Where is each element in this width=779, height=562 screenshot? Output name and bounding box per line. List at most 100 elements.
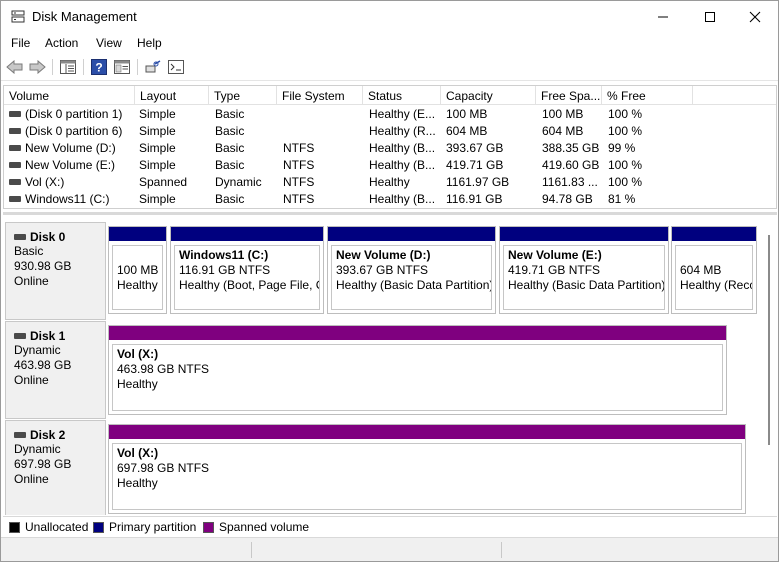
primary-partition-bar — [328, 227, 495, 241]
partition-size: 604 MB — [680, 263, 722, 277]
partition-disk0-6[interactable]: 604 MB Healthy (Recc — [671, 226, 757, 314]
cell-layout: Simple — [139, 107, 176, 121]
cell-status: Healthy — [369, 175, 410, 189]
primary-partition-bar — [109, 227, 166, 241]
table-row[interactable]: Windows11 (C:) Simple Basic NTFS Healthy… — [4, 191, 776, 208]
legend-primary-partition: Primary partition — [93, 520, 196, 534]
cell-status: Healthy (B... — [369, 192, 436, 206]
table-row[interactable]: New Volume (E:) Simple Basic NTFS Health… — [4, 157, 776, 174]
volume-list-header: Volume Layout Type File System Status Ca… — [4, 86, 776, 105]
menu-action[interactable]: Action — [45, 36, 78, 50]
cell-volume: Windows11 (C:) — [25, 192, 110, 206]
column-header-capacity[interactable]: Capacity — [441, 86, 536, 105]
disk-0-type: Basic — [14, 244, 44, 258]
cell-type: Basic — [215, 192, 245, 206]
column-header-layout[interactable]: Layout — [135, 86, 209, 105]
status-divider — [251, 542, 252, 558]
disk-1-size: 463.98 GB — [14, 358, 72, 372]
partition-windows11-c[interactable]: Windows11 (C:) 116.91 GB NTFS Healthy (B… — [170, 226, 324, 314]
title-bar[interactable]: Disk Management — [1, 1, 778, 32]
menu-file[interactable]: File — [11, 36, 30, 50]
disk-2-type: Dynamic — [14, 442, 61, 456]
disk-0-state: Online — [14, 274, 49, 288]
partition-new-volume-e[interactable]: New Volume (E:) 419.71 GB NTFS Healthy (… — [499, 226, 669, 314]
status-bar — [1, 537, 778, 561]
volume-list-icon[interactable] — [58, 58, 78, 76]
primary-partition-bar — [171, 227, 323, 241]
menu-help[interactable]: Help — [137, 36, 162, 50]
spanned-volume-bar — [109, 326, 726, 340]
partition-vol-x-disk1[interactable]: Vol (X:) 463.98 GB NTFS Healthy — [108, 325, 727, 415]
svg-text:?: ? — [95, 61, 102, 75]
legend-label-unallocated: Unallocated — [25, 520, 89, 534]
partition-details: 604 MB Healthy (Recc — [675, 245, 753, 310]
cell-volume: New Volume (E:) — [25, 158, 116, 172]
partition-status: Healthy (Boot, Page File, C — [179, 278, 320, 292]
column-header-type[interactable]: Type — [209, 86, 277, 105]
disk-2-state: Online — [14, 472, 49, 486]
vertical-scrollbar[interactable] — [768, 235, 770, 445]
legend-swatch-unallocated — [9, 521, 20, 533]
volume-icon — [9, 128, 21, 134]
menu-bar: File Action View Help — [1, 32, 778, 54]
partition-title: New Volume (D:) — [336, 248, 431, 262]
disk-1-label[interactable]: Disk 1 Dynamic 463.98 GB Online — [5, 321, 106, 419]
disk-2-name: Disk 2 — [14, 427, 105, 442]
back-arrow-icon[interactable] — [5, 58, 25, 76]
cell-capacity: 419.71 GB — [446, 158, 504, 172]
disk-0-title: Disk 0 — [30, 229, 66, 244]
volume-icon — [9, 145, 21, 151]
cell-file-system: NTFS — [283, 175, 315, 189]
console-icon[interactable] — [166, 58, 186, 76]
cell-volume: (Disk 0 partition 6) — [25, 124, 123, 138]
table-row[interactable]: (Disk 0 partition 1) Simple Basic Health… — [4, 106, 776, 123]
column-header-free-space[interactable]: Free Spa... — [536, 86, 602, 105]
cell-capacity: 116.91 GB — [446, 192, 503, 206]
cell-percent-free: 100 % — [608, 107, 643, 121]
cell-capacity: 604 MB — [446, 124, 488, 138]
toolbar-separator — [137, 59, 138, 75]
table-row[interactable]: New Volume (D:) Simple Basic NTFS Health… — [4, 140, 776, 157]
cell-type: Basic — [215, 158, 245, 172]
table-row[interactable]: (Disk 0 partition 6) Simple Basic Health… — [4, 123, 776, 140]
properties-icon[interactable] — [112, 58, 132, 76]
partition-size: 116.91 GB NTFS — [179, 263, 271, 277]
help-icon[interactable]: ? — [89, 58, 109, 76]
partition-status: Healthy (Basic Data Partition) — [336, 278, 492, 292]
cell-layout: Simple — [139, 124, 176, 138]
partition-details: 100 MB Healthy — [112, 245, 163, 310]
toolbar-separator — [83, 59, 84, 75]
volume-icon — [9, 162, 21, 168]
maximize-button[interactable] — [687, 1, 733, 32]
cell-type: Basic — [215, 107, 245, 121]
rescan-disks-icon[interactable] — [143, 58, 163, 76]
window-title: Disk Management — [32, 9, 137, 24]
menu-view[interactable]: View — [96, 36, 122, 50]
partition-title: Vol (X:) — [117, 347, 159, 361]
column-header-file-system[interactable]: File System — [277, 86, 363, 105]
legend-swatch-primary — [93, 521, 104, 533]
cell-free-space: 100 MB — [542, 107, 584, 121]
column-header-status[interactable]: Status — [363, 86, 441, 105]
cell-capacity: 1161.97 GB — [446, 175, 510, 189]
table-row[interactable]: Vol (X:) Spanned Dynamic NTFS Healthy 11… — [4, 174, 776, 191]
disk-0-name: Disk 0 — [14, 229, 105, 244]
partition-status: Healthy — [117, 278, 158, 292]
disk-graphical-view[interactable]: Disk 0 Basic 930.98 GB Online 100 MB Hea… — [3, 212, 777, 515]
close-button[interactable] — [732, 1, 778, 32]
column-header-volume[interactable]: Volume — [4, 86, 135, 105]
minimize-button[interactable] — [640, 1, 686, 32]
disk-0-label[interactable]: Disk 0 Basic 930.98 GB Online — [5, 222, 106, 320]
partition-size: 393.67 GB NTFS — [336, 263, 429, 277]
disk-2-label[interactable]: Disk 2 Dynamic 697.98 GB Online — [5, 420, 106, 515]
disk-management-app-icon — [11, 10, 25, 23]
partition-vol-x-disk2[interactable]: Vol (X:) 697.98 GB NTFS Healthy — [108, 424, 746, 514]
column-header-percent-free[interactable]: % Free — [602, 86, 693, 105]
partition-new-volume-d[interactable]: New Volume (D:) 393.67 GB NTFS Healthy (… — [327, 226, 496, 314]
partition-status: Healthy — [117, 377, 158, 391]
volume-list[interactable]: Volume Layout Type File System Status Ca… — [3, 85, 777, 209]
partition-disk0-1[interactable]: 100 MB Healthy — [108, 226, 167, 314]
partition-size: 463.98 GB NTFS — [117, 362, 210, 376]
forward-arrow-icon[interactable] — [27, 58, 47, 76]
partition-title: Vol (X:) — [117, 446, 159, 460]
